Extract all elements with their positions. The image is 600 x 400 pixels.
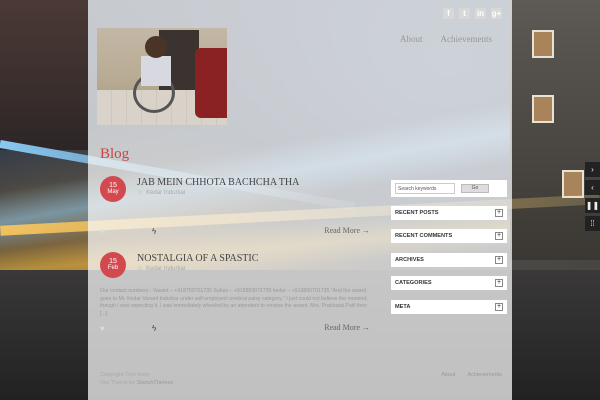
nav-link-achievements[interactable]: Achievements <box>441 34 492 44</box>
expand-icon[interactable]: + <box>495 209 503 217</box>
date-day: 15 <box>109 182 117 189</box>
post-author-name[interactable]: Kedar Indurkar <box>146 266 186 272</box>
copyright-text: Copyright Tmn Here <box>100 372 150 378</box>
background-building-left <box>0 0 88 150</box>
expand-icon[interactable]: + <box>495 303 503 311</box>
next-slide-icon[interactable]: › <box>585 162 600 177</box>
social-links: f t in g+ <box>443 8 502 19</box>
search-input[interactable] <box>395 183 455 194</box>
widget-title: ARCHIVES <box>395 257 424 263</box>
date-badge: 15 May <box>100 176 126 202</box>
user-icon: ☺ <box>137 190 144 196</box>
post-item: 15 May JAB MEIN CHHOTA BACHCHA THA ☺ Keda… <box>100 176 370 238</box>
widget-title: META <box>395 304 411 310</box>
theme-credit: Ves Theme by SketchThemes <box>100 379 173 387</box>
date-month: Feb <box>107 265 119 271</box>
footer-link-achievements[interactable]: Achievements <box>467 372 502 378</box>
expand-icon[interactable]: + <box>495 232 503 240</box>
theme-credit-link[interactable]: SketchThemes <box>137 380 174 386</box>
post-title-link[interactable]: JAB MEIN CHHOTA BACHCHA THA <box>137 177 299 188</box>
theme-credit-prefix: Ves Theme by <box>100 380 136 386</box>
widget-recent-comments[interactable]: RECENT COMMENTS + <box>391 229 507 243</box>
date-day: 15 <box>109 258 117 265</box>
post-item: 15 Feb NOSTALGIA OF A SPASTIC ☺ Kedar Ind… <box>100 252 370 336</box>
widget-meta[interactable]: META + <box>391 300 507 314</box>
prev-slide-icon[interactable]: ‹ <box>585 180 600 195</box>
post-title-link[interactable]: NOSTALGIA OF A SPASTIC <box>137 253 258 264</box>
page-title: Blog <box>100 146 130 162</box>
read-more-link[interactable]: Read More → <box>324 323 370 332</box>
read-more-link[interactable]: Read More → <box>324 226 370 235</box>
expand-icon[interactable]: + <box>495 256 503 264</box>
widget-title: RECENT POSTS <box>395 210 439 216</box>
grid-icon[interactable]: ⁞⁞ <box>585 216 600 231</box>
bolt-icon: ϟ <box>152 227 157 236</box>
post-author-name[interactable]: Kedar Indurkar <box>146 190 186 196</box>
search-button[interactable]: Go <box>461 184 489 193</box>
user-icon: ☺ <box>137 266 144 272</box>
widget-title: RECENT COMMENTS <box>395 233 453 239</box>
widget-archives[interactable]: ARCHIVES + <box>391 253 507 267</box>
footer-link-about[interactable]: About <box>441 372 455 378</box>
search-widget: Go <box>391 180 507 197</box>
widget-categories[interactable]: CATEGORIES + <box>391 276 507 290</box>
content-panel: f t in g+ About Achievements Blog 15 May… <box>88 0 512 400</box>
main-nav: About Achievements <box>400 34 492 44</box>
widget-title: CATEGORIES <box>395 280 432 286</box>
twitter-icon[interactable]: t <box>459 8 470 19</box>
bolt-icon: ϟ <box>152 324 157 333</box>
widget-recent-posts[interactable]: RECENT POSTS + <box>391 206 507 220</box>
post-excerpt: Our contact numbers : Vasant – +91879370… <box>100 288 368 317</box>
heart-icon[interactable]: ♥ <box>100 324 105 333</box>
pause-icon[interactable]: ❚❚ <box>585 198 600 213</box>
google-plus-icon[interactable]: g+ <box>491 8 502 19</box>
footer-nav: About Achievements <box>441 372 502 378</box>
date-month: May <box>107 189 119 195</box>
post-author: ☺ Kedar Indurkar <box>137 190 186 196</box>
slider-controls: › ‹ ❚❚ ⁞⁞ <box>585 162 600 234</box>
post-author: ☺ Kedar Indurkar <box>137 266 186 272</box>
nav-link-about[interactable]: About <box>400 34 423 44</box>
header-photo <box>97 28 227 125</box>
linkedin-icon[interactable]: in <box>475 8 486 19</box>
heart-icon[interactable]: ♥ <box>100 227 105 236</box>
footer-copyright: Copyright Tmn Here Ves Theme by SketchTh… <box>100 371 173 387</box>
facebook-icon[interactable]: f <box>443 8 454 19</box>
expand-icon[interactable]: + <box>495 279 503 287</box>
date-badge: 15 Feb <box>100 252 126 278</box>
